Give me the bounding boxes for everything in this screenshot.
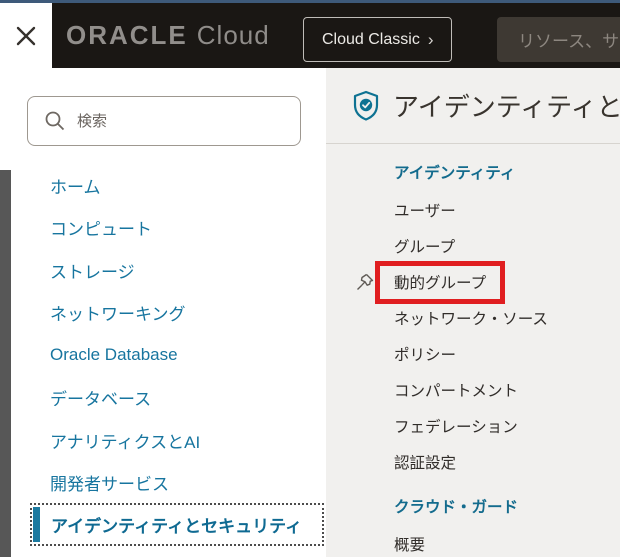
panel-item-label: 概要 xyxy=(394,533,425,555)
panel-item[interactable]: ユーザー xyxy=(326,192,620,228)
panel-item-label: ポリシー xyxy=(394,343,456,365)
panel-title: アイデンティティとセキュリティ xyxy=(393,87,620,124)
global-search-input[interactable]: リソース、サー xyxy=(497,17,620,62)
cloud-logo-text: Cloud xyxy=(197,20,270,51)
close-menu-button[interactable] xyxy=(0,3,52,68)
pin-icon xyxy=(355,272,375,292)
sidebar-item-identity-security[interactable]: アイデンティティとセキュリティ xyxy=(30,503,324,546)
panel-item-label: 認証設定 xyxy=(394,451,456,473)
sidebar-item[interactable]: データベース xyxy=(0,377,326,420)
sidebar-item[interactable]: アナリティクスとAI xyxy=(0,419,326,462)
close-icon xyxy=(12,22,40,50)
cloud-classic-button[interactable]: Cloud Classic › xyxy=(303,17,452,62)
chevron-right-icon: › xyxy=(428,30,434,50)
panel-item[interactable]: 概要 xyxy=(326,526,620,557)
sidebar-item[interactable]: ストレージ xyxy=(0,249,326,292)
sidebar-item[interactable]: コンピュート xyxy=(0,207,326,250)
global-search-placeholder: リソース、サー xyxy=(518,27,620,52)
highlight-annotation-box: 動的グループ xyxy=(375,261,505,304)
panel-item[interactable]: フェデレーション xyxy=(326,408,620,444)
sidebar-item[interactable]: 開発者サービス xyxy=(0,462,326,505)
panel-item[interactable]: ポリシー xyxy=(326,336,620,372)
panel-item-label: ネットワーク・ソース xyxy=(394,307,548,329)
panel-item-label: グループ xyxy=(394,235,455,257)
panel-header: アイデンティティとセキュリティ xyxy=(326,68,620,143)
sidebar-item[interactable]: ネットワーキング xyxy=(0,292,326,335)
panel-item[interactable]: グループ xyxy=(326,228,620,264)
oracle-cloud-console: ORACLE Cloud Cloud Classic › リソース、サー ホーム… xyxy=(0,0,620,557)
sidebar-search-input[interactable] xyxy=(77,113,288,130)
panel-section-heading: クラウド・ガード xyxy=(326,498,620,518)
selected-accent-bar xyxy=(33,507,40,542)
sidebar-nav: ホームコンピュートストレージネットワーキングOracle Databaseデータ… xyxy=(0,164,326,504)
panel-item[interactable]: 動的グループ xyxy=(326,264,620,300)
panel-item-label: ユーザー xyxy=(394,199,456,221)
sidebar-item[interactable]: Oracle Database xyxy=(0,334,326,377)
panel-section-heading: アイデンティティ xyxy=(326,164,620,184)
topbar: ORACLE Cloud Cloud Classic › リソース、サー xyxy=(0,3,620,68)
identity-submenu-panel: アイデンティティとセキュリティ アイデンティティユーザーグループ 動的グループネ… xyxy=(326,68,620,557)
shield-check-icon xyxy=(352,90,380,121)
panel-item[interactable]: コンパートメント xyxy=(326,372,620,408)
panel-item-label: フェデレーション xyxy=(394,415,518,437)
oracle-logo-text: ORACLE xyxy=(66,20,188,51)
panel-sections: アイデンティティユーザーグループ 動的グループネットワーク・ソースポリシーコンパ… xyxy=(326,144,620,557)
sidebar-item[interactable]: ホーム xyxy=(0,164,326,207)
panel-item-label: コンパートメント xyxy=(394,379,518,401)
panel-item[interactable]: 認証設定 xyxy=(326,444,620,480)
search-icon xyxy=(43,109,67,133)
sidebar-selected-label: アイデンティティとセキュリティ xyxy=(51,512,302,537)
cloud-classic-label: Cloud Classic xyxy=(322,31,420,49)
sidebar-search-box[interactable] xyxy=(27,96,301,146)
nav-sidebar: ホームコンピュートストレージネットワーキングOracle Databaseデータ… xyxy=(0,68,326,557)
panel-item[interactable]: ネットワーク・ソース xyxy=(326,300,620,336)
brand-logo[interactable]: ORACLE Cloud xyxy=(66,3,270,68)
